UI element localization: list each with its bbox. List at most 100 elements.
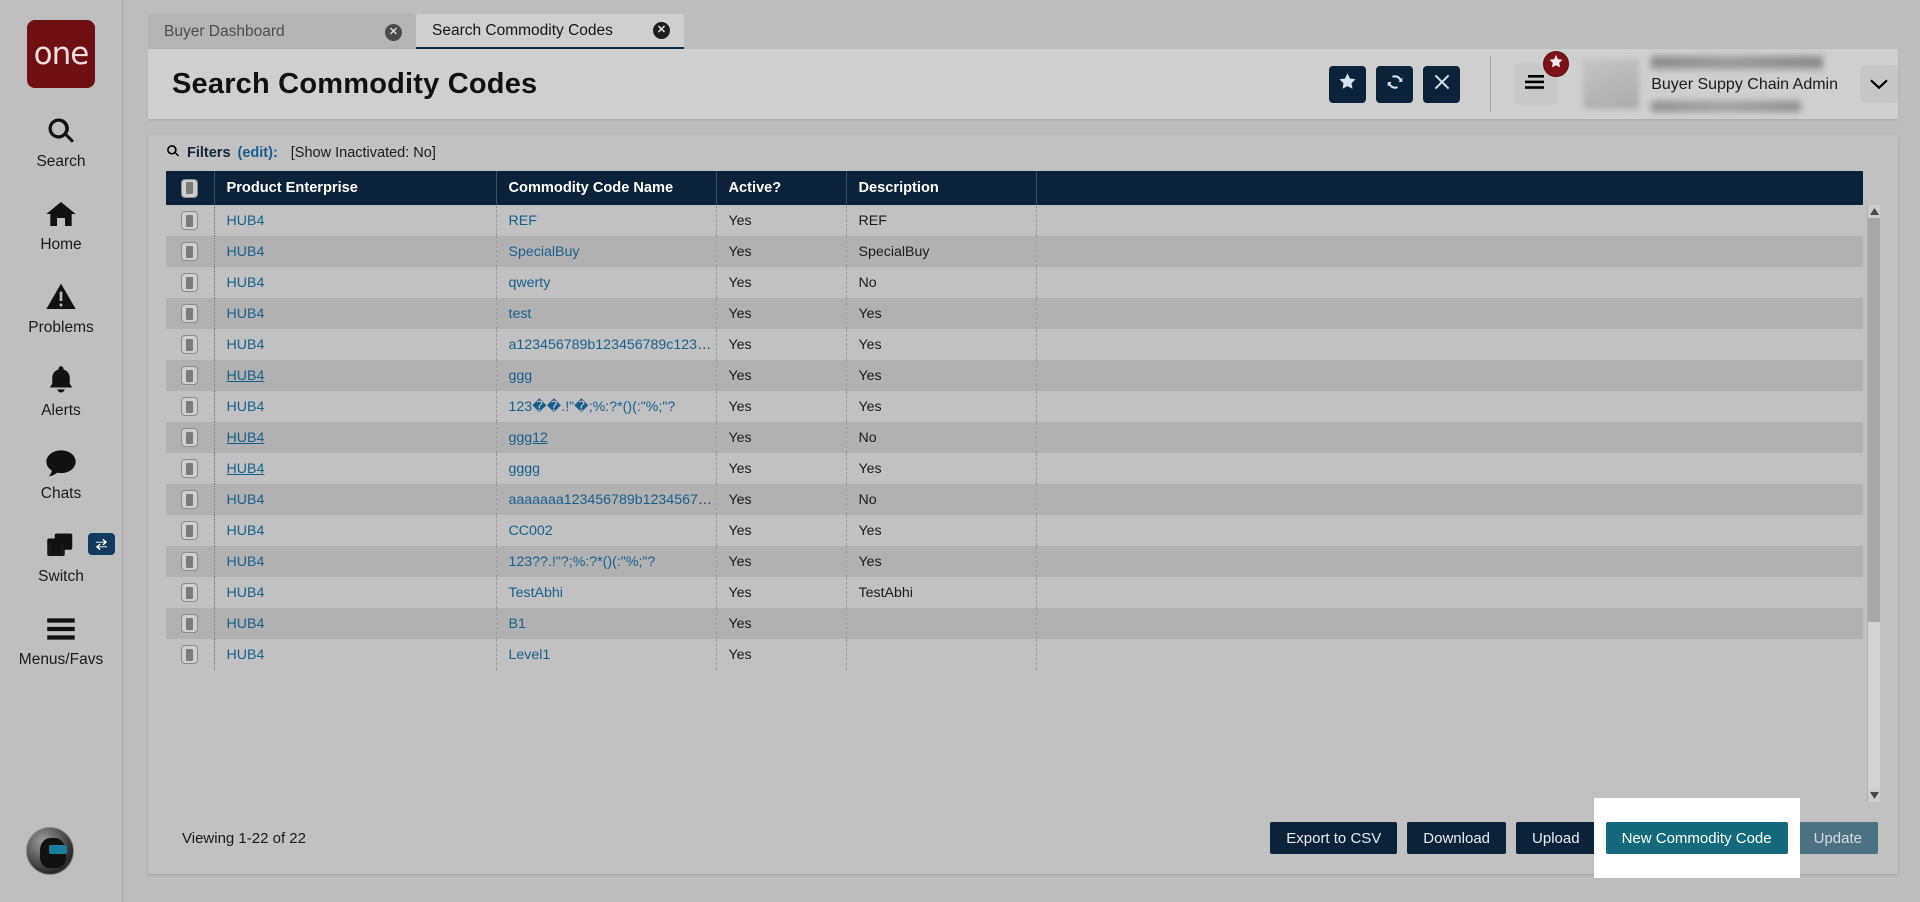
row-select-cell[interactable]	[166, 391, 215, 422]
table-row[interactable]: HUB4 REF Yes REF	[166, 205, 1863, 236]
row-select-cell[interactable]	[166, 639, 215, 670]
download-button[interactable]: Download	[1407, 822, 1507, 854]
cell-commodity-code-name[interactable]: Level1	[496, 639, 717, 670]
row-select-cell[interactable]	[166, 515, 215, 546]
col-description[interactable]: Description	[846, 171, 1037, 205]
tab-search-commodity-codes[interactable]: Search Commodity Codes ✕	[416, 14, 684, 50]
checkbox-icon[interactable]	[181, 242, 199, 261]
table-row[interactable]: HUB4a123456789b123456789c123456789d...Ye…	[166, 329, 1863, 360]
checkbox-icon[interactable]	[181, 583, 199, 602]
scroll-down-arrow[interactable]	[1868, 789, 1880, 802]
row-select-cell[interactable]	[166, 205, 215, 236]
cell-commodity-code-name[interactable]: qwerty	[496, 267, 717, 298]
sidebar-item-switch[interactable]: Switch	[0, 527, 122, 586]
checkbox-icon[interactable]	[181, 552, 199, 571]
checkbox-icon[interactable]	[181, 211, 199, 230]
table-row[interactable]: HUB4 test Yes Yes	[166, 298, 1863, 329]
cell-commodity-code-name[interactable]: gggg	[496, 453, 717, 484]
row-select-cell[interactable]	[166, 236, 215, 267]
cell-product-enterprise[interactable]: HUB4	[214, 577, 497, 608]
close-circle-icon[interactable]: ✕	[653, 22, 670, 39]
checkbox-icon[interactable]	[181, 335, 199, 354]
checkbox-icon[interactable]	[181, 614, 199, 633]
cell-commodity-code-name[interactable]: ggg12	[496, 422, 717, 453]
table-row[interactable]: HUB4 qwerty Yes No	[166, 267, 1863, 298]
cell-commodity-code-name[interactable]: 123??.!"?;%:?*()(:"%;"?	[496, 546, 717, 577]
sidebar-item-search[interactable]: Search	[0, 112, 122, 171]
new-commodity-code-button[interactable]: New Commodity Code	[1605, 822, 1788, 854]
cell-commodity-code-name[interactable]: test	[496, 298, 717, 329]
checkbox-icon[interactable]	[181, 459, 199, 478]
cell-product-enterprise[interactable]: HUB4	[214, 453, 497, 484]
cell-commodity-code-name[interactable]: B1	[496, 608, 717, 639]
table-row[interactable]: HUB4 123��.!"�;%:?*()(:"%;"? Yes Yes	[166, 391, 1863, 422]
checkbox-icon[interactable]	[181, 645, 199, 664]
cell-commodity-code-name[interactable]: SpecialBuy	[496, 236, 717, 267]
checkbox-icon[interactable]	[181, 428, 199, 447]
table-row[interactable]: HUB4 TestAbhi Yes TestAbhi	[166, 577, 1863, 608]
upload-button[interactable]: Upload	[1516, 822, 1596, 854]
row-select-cell[interactable]	[166, 453, 215, 484]
row-select-cell[interactable]	[166, 267, 215, 298]
row-select-cell[interactable]	[166, 298, 215, 329]
checkbox-icon[interactable]	[181, 178, 199, 198]
cell-product-enterprise[interactable]: HUB4	[214, 298, 497, 329]
row-select-cell[interactable]	[166, 608, 215, 639]
sidebar-item-home[interactable]: Home	[0, 195, 122, 254]
table-row[interactable]: HUB4aaaaaaa123456789b123456789c1234...Ye…	[166, 484, 1863, 515]
vertical-scrollbar[interactable]	[1867, 205, 1880, 802]
sidebar-item-problems[interactable]: Problems	[0, 278, 122, 337]
col-product-enterprise[interactable]: Product Enterprise	[214, 171, 497, 205]
table-row[interactable]: HUB4 B1 Yes	[166, 608, 1863, 639]
cell-product-enterprise[interactable]: HUB4	[214, 391, 497, 422]
close-button[interactable]	[1423, 65, 1461, 103]
checkbox-icon[interactable]	[181, 273, 199, 292]
chevron-down-icon[interactable]	[1860, 65, 1898, 103]
row-select-cell[interactable]	[166, 329, 215, 360]
close-circle-icon[interactable]: ✕	[385, 23, 402, 41]
col-commodity-code-name[interactable]: Commodity Code Name	[496, 171, 717, 205]
cell-commodity-code-name[interactable]: CC002	[496, 515, 717, 546]
table-row[interactable]: HUB4 gggg Yes Yes	[166, 453, 1863, 484]
export-to-csv-button[interactable]: Export to CSV	[1270, 822, 1398, 854]
cell-commodity-code-name[interactable]: aaaaaaa123456789b123456789c1234...	[496, 484, 717, 515]
table-row[interactable]: HUB4 CC002 Yes Yes	[166, 515, 1863, 546]
cell-product-enterprise[interactable]: HUB4	[214, 639, 497, 670]
sidebar-item-alerts[interactable]: Alerts	[0, 361, 122, 420]
table-row[interactable]: HUB4 SpecialBuy Yes SpecialBuy	[166, 236, 1863, 267]
switch-quick-badge[interactable]	[88, 533, 115, 555]
cell-product-enterprise[interactable]: HUB4	[214, 422, 497, 453]
row-select-cell[interactable]	[166, 546, 215, 577]
table-row[interactable]: HUB4 ggg12 Yes No	[166, 422, 1863, 453]
brand-logo[interactable]: one	[27, 20, 95, 88]
cell-product-enterprise[interactable]: HUB4	[214, 484, 497, 515]
cell-product-enterprise[interactable]: HUB4	[214, 236, 497, 267]
cell-product-enterprise[interactable]: HUB4	[214, 329, 497, 360]
menus-favs-button[interactable]	[1515, 51, 1570, 105]
scroll-up-arrow[interactable]	[1868, 205, 1880, 218]
sidebar-item-chats[interactable]: Chats	[0, 444, 122, 503]
tab-buyer-dashboard[interactable]: Buyer Dashboard ✕	[148, 14, 416, 50]
cell-commodity-code-name[interactable]: a123456789b123456789c123456789d...	[496, 329, 717, 360]
cell-product-enterprise[interactable]: HUB4	[214, 267, 497, 298]
cell-commodity-code-name[interactable]: REF	[496, 205, 717, 236]
checkbox-icon[interactable]	[181, 490, 199, 509]
checkbox-icon[interactable]	[181, 521, 199, 540]
select-all-cell[interactable]	[166, 171, 215, 205]
cell-commodity-code-name[interactable]: 123��.!"�;%:?*()(:"%;"?	[496, 391, 717, 422]
filters-edit-link[interactable]: (edit):	[238, 145, 278, 161]
cell-product-enterprise[interactable]: HUB4	[214, 205, 497, 236]
refresh-button[interactable]	[1376, 65, 1414, 103]
sidebar-item-menus-favs[interactable]: Menus/Favs	[0, 610, 122, 669]
cell-product-enterprise[interactable]: HUB4	[214, 546, 497, 577]
table-row[interactable]: HUB4 ggg Yes Yes	[166, 360, 1863, 391]
col-active[interactable]: Active?	[716, 171, 847, 205]
row-select-cell[interactable]	[166, 577, 215, 608]
row-select-cell[interactable]	[166, 422, 215, 453]
checkbox-icon[interactable]	[181, 304, 199, 323]
table-row[interactable]: HUB4 123??.!"?;%:?*()(:"%;"? Yes Yes	[166, 546, 1863, 577]
cell-product-enterprise[interactable]: HUB4	[214, 360, 497, 391]
cell-product-enterprise[interactable]: HUB4	[214, 515, 497, 546]
row-select-cell[interactable]	[166, 484, 215, 515]
checkbox-icon[interactable]	[181, 397, 199, 416]
